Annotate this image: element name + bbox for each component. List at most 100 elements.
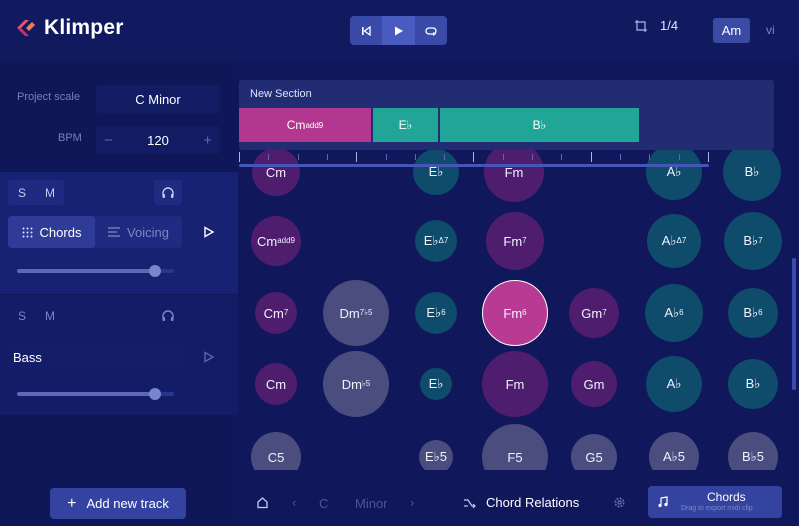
chord-bubble[interactable]: B♭ — [728, 359, 778, 409]
chord-bubble[interactable]: Gm — [571, 361, 617, 407]
volume-slider[interactable] — [17, 265, 174, 277]
export-midi-button[interactable]: Chords Drag to export midi clip — [648, 486, 782, 518]
chord-root: A♭ — [666, 376, 682, 391]
monitor-button[interactable] — [154, 180, 182, 205]
settings-button[interactable] — [613, 496, 626, 509]
volume-knob[interactable] — [149, 265, 162, 277]
volume-fill — [17, 269, 156, 273]
chord-root: E♭5 — [424, 449, 448, 464]
key-next-button[interactable]: › — [410, 495, 414, 510]
ruler-tick — [649, 154, 650, 160]
chord-relations-button[interactable]: Chord Relations — [463, 495, 579, 510]
chord-bubble[interactable]: Dm 7♭5 — [323, 280, 389, 346]
grid-dots-icon — [22, 227, 33, 237]
ruler-tick — [356, 152, 357, 162]
chord-grid: Cm E♭ Fm A♭ B♭ Cm add9 E♭ Δ7 Fm 7 A♭ Δ7 B♭ 7 Cm 7 Dm 7♭5 E♭… — [239, 150, 799, 470]
ruler-tick — [298, 154, 299, 160]
chord-root: Cm — [263, 305, 284, 321]
key-prev-button[interactable]: ‹ — [292, 495, 296, 510]
scale-degree[interactable]: vi — [766, 23, 775, 37]
volume-slider[interactable] — [17, 388, 174, 400]
section-timeline[interactable]: New Section Cm add9 E♭ B♭ — [239, 80, 774, 150]
bpm-increment-button[interactable]: + — [203, 132, 212, 149]
project-scale-select[interactable]: C Minor — [96, 85, 220, 113]
plus-icon: + — [67, 494, 77, 512]
play-button[interactable] — [382, 16, 415, 45]
chord-bubble[interactable]: A♭ Δ7 — [647, 214, 701, 268]
solo-mute-group: S M — [8, 180, 64, 205]
timeline-chord-chip[interactable]: Cm add9 — [239, 108, 371, 142]
mute-button[interactable]: M — [36, 180, 64, 205]
timeline-ruler[interactable] — [239, 150, 709, 168]
ruler-tick — [444, 154, 445, 160]
chord-bubble[interactable]: B♭ 7 — [724, 212, 782, 270]
chord-root: B♭ — [743, 305, 759, 320]
klimper-logo-icon — [17, 20, 35, 36]
timeline-chord-chip[interactable]: B♭ — [440, 108, 639, 142]
chord-bubble[interactable]: Dm ♭5 — [323, 351, 389, 417]
timeline-chord-chip[interactable]: E♭ — [373, 108, 438, 142]
chord-bubble[interactable]: Cm 7 — [255, 292, 297, 334]
chord-bubble[interactable]: B♭ 6 — [728, 288, 778, 338]
chord-bubble[interactable]: F5 — [482, 424, 548, 470]
skip-back-icon — [362, 25, 371, 36]
chord-relations-label: Chord Relations — [486, 495, 580, 510]
mode-voicing-label: Voicing — [127, 224, 169, 240]
chord-bubble[interactable]: Fm 6 — [482, 280, 548, 346]
add-track-button[interactable]: + Add new track — [50, 488, 186, 519]
bpm-value[interactable]: 120 — [147, 133, 169, 148]
chord-bubble[interactable]: Cm add9 — [251, 216, 301, 266]
solo-button[interactable]: S — [8, 180, 36, 205]
chord-bubble[interactable]: E♭5 — [419, 440, 453, 470]
home-button[interactable] — [256, 496, 269, 509]
chord-bubble[interactable]: Fm 7 — [486, 212, 544, 270]
chord-root: C5 — [267, 449, 285, 465]
mute-button[interactable]: M — [36, 303, 64, 328]
ruler-tick — [503, 154, 504, 160]
solo-button[interactable]: S — [8, 303, 36, 328]
chord-bubble[interactable]: G5 — [571, 434, 617, 470]
key-badge[interactable]: Am — [713, 18, 750, 43]
chord-root: Cm — [256, 233, 278, 249]
track-play-icon[interactable] — [203, 226, 215, 238]
ruler-tick — [561, 154, 562, 160]
footer-key-root[interactable]: C — [319, 496, 328, 511]
chord-bubble[interactable]: Fm — [482, 351, 548, 417]
chord-bubble[interactable]: B♭5 — [728, 432, 778, 470]
track-play-icon[interactable] — [203, 351, 215, 363]
chord-bubble[interactable]: Gm 7 — [569, 288, 619, 338]
track-name[interactable]: Bass — [8, 343, 184, 371]
chip-ext: add9 — [305, 120, 324, 130]
gear-icon — [614, 497, 625, 508]
ruler-tick — [415, 154, 416, 160]
quantize-value: 1/4 — [660, 18, 679, 33]
relations-icon — [464, 498, 476, 508]
chord-bubble[interactable]: A♭ 6 — [645, 284, 703, 342]
vertical-scrollbar[interactable] — [792, 258, 796, 390]
mode-chords-button[interactable]: Chords — [8, 216, 95, 248]
chord-root: A♭5 — [662, 449, 686, 464]
track-mode-switch: Chords Voicing — [8, 216, 182, 248]
mode-voicing-button[interactable]: Voicing — [95, 216, 182, 248]
chord-bubble[interactable]: A♭ — [646, 356, 702, 412]
chord-bubble[interactable]: A♭5 — [649, 432, 699, 470]
monitor-button[interactable] — [154, 303, 182, 328]
chord-bubble[interactable]: E♭ Δ7 — [415, 220, 457, 262]
chord-bubble[interactable]: C5 — [251, 432, 301, 470]
chord-bubble[interactable]: B♭ — [723, 150, 781, 201]
bpm-decrement-button[interactable]: − — [104, 132, 113, 149]
track-chords[interactable]: S M Chords Voicing — [0, 172, 238, 294]
chord-bubble[interactable]: E♭ 6 — [415, 292, 457, 334]
headphones-icon — [162, 187, 174, 198]
chord-bubble[interactable]: Cm — [255, 363, 297, 405]
skip-back-button[interactable] — [350, 16, 382, 45]
track-bass[interactable]: S M Bass — [0, 295, 238, 415]
volume-knob[interactable] — [149, 388, 162, 400]
quantize-control[interactable]: 1/4 — [634, 18, 678, 33]
chord-extension: Δ7 — [676, 235, 687, 245]
section-title: New Section — [250, 88, 312, 100]
footer-key-mode[interactable]: Minor — [355, 496, 388, 511]
chord-extension: Δ7 — [438, 235, 449, 245]
chord-bubble[interactable]: E♭ — [420, 368, 452, 400]
loop-button[interactable] — [415, 16, 447, 45]
